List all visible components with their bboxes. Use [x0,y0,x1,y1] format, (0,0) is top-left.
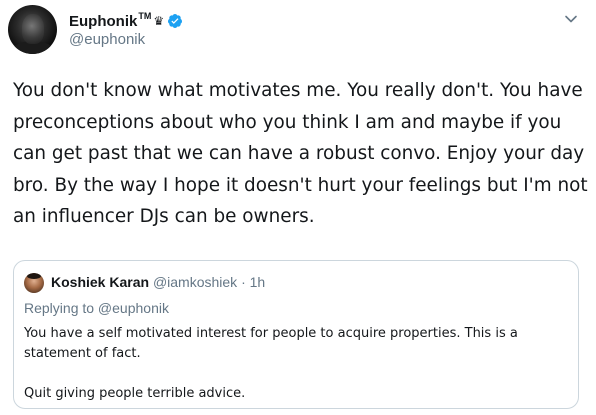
quoted-author-name[interactable]: Koshiek Karan [51,274,149,290]
tweet-text: You don't know what motivates me. You re… [13,80,588,227]
crown-icon: ♛ [153,14,165,28]
quoted-tweet[interactable]: Koshiek Karan @iamkoshiek · 1h Replying … [13,260,579,409]
author-handle[interactable]: @euphonik [69,31,145,48]
quoted-paragraph: You have a self motivated interest for p… [24,326,518,361]
quoted-paragraph: Quit giving people terrible advice. [24,386,246,401]
verified-badge-icon [168,14,183,28]
quoted-author-handle[interactable]: @iamkoshiek [153,274,237,290]
avatar-face [22,14,44,44]
quoted-tweet-text: You have a self motivated interest for p… [24,324,564,404]
chevron-down-icon[interactable] [564,12,578,26]
trademark-mark: TM [138,11,152,21]
author-display-name[interactable]: Euphonik [69,13,137,30]
quoted-tweet-time[interactable]: 1h [250,274,266,290]
replying-to: Replying to @euphonik [24,300,169,316]
author-name-row[interactable]: Euphonik TM ♛ [69,11,183,31]
separator-dot: · [241,274,246,290]
author-avatar[interactable] [8,5,57,54]
tweet-card[interactable]: Euphonik TM ♛ @euphonik You don't know w… [0,0,596,415]
quoted-author-avatar[interactable] [24,273,44,293]
quoted-tweet-header: Koshiek Karan @iamkoshiek · 1h [51,274,265,290]
